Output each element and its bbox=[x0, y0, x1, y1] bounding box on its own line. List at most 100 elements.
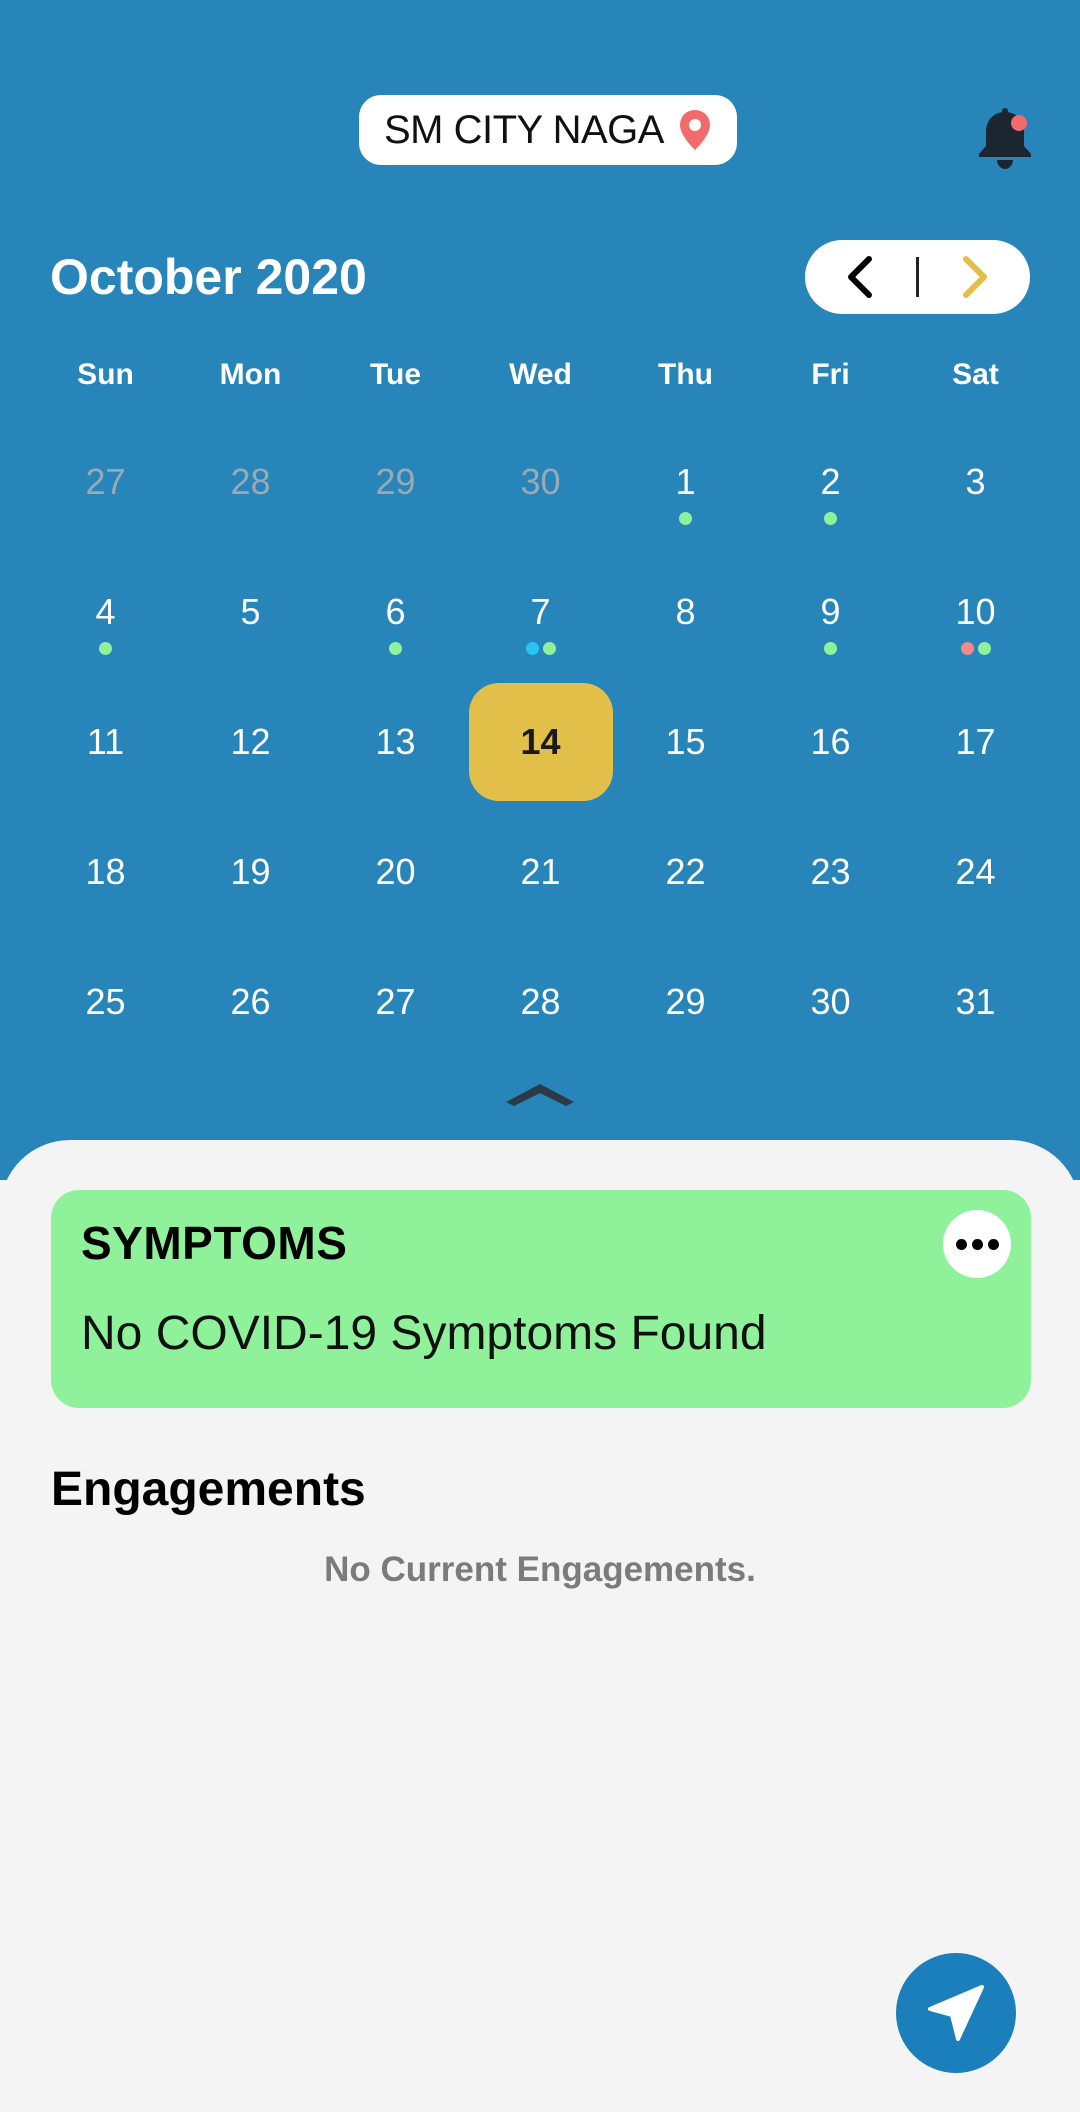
calendar-day[interactable]: 2 bbox=[758, 423, 903, 541]
calendar-day-number: 19 bbox=[230, 851, 271, 892]
event-indicators bbox=[613, 512, 758, 525]
calendar-day-number: 29 bbox=[665, 981, 706, 1022]
calendar-day-number: 5 bbox=[240, 591, 261, 632]
location-selector[interactable]: SM CITY NAGA bbox=[359, 95, 737, 165]
more-options-button[interactable] bbox=[943, 1210, 1011, 1278]
calendar-day-number: 6 bbox=[385, 591, 406, 632]
event-dot bbox=[525, 642, 539, 655]
calendar-day-number: 11 bbox=[86, 721, 125, 762]
event-indicators bbox=[903, 642, 1048, 655]
navigation-arrow-icon bbox=[928, 1985, 984, 2041]
calendar-day-number: 30 bbox=[810, 981, 851, 1022]
calendar-day-number: 7 bbox=[530, 591, 551, 632]
symptoms-card[interactable]: SYMPTOMS No COVID-19 Symptoms Found bbox=[51, 1190, 1031, 1408]
calendar-day-number: 24 bbox=[955, 851, 996, 892]
more-horizontal-icon bbox=[955, 1238, 967, 1250]
calendar-day[interactable]: 13 bbox=[323, 683, 468, 801]
calendar-day[interactable]: 27 bbox=[33, 423, 178, 541]
calendar-day-number: 3 bbox=[965, 461, 986, 502]
calendar-day[interactable]: 9 bbox=[758, 553, 903, 671]
more-dot bbox=[987, 1238, 999, 1250]
notification-badge bbox=[1011, 115, 1027, 131]
calendar-day[interactable]: 30 bbox=[758, 943, 903, 1061]
event-dot bbox=[679, 512, 692, 525]
engagements-title: Engagements bbox=[51, 1463, 366, 1516]
calendar-day-number: 1 bbox=[675, 461, 696, 502]
calendar-day-number: 28 bbox=[520, 981, 561, 1022]
event-dot bbox=[960, 642, 974, 655]
weekday-label: Mon bbox=[219, 358, 282, 391]
calendar-day-number: 20 bbox=[375, 851, 416, 892]
calendar-day[interactable]: 18 bbox=[33, 813, 178, 931]
calendar-day[interactable]: 3 bbox=[903, 423, 1048, 541]
nav-divider bbox=[916, 257, 919, 297]
calendar-day[interactable]: 8 bbox=[613, 553, 758, 671]
calendar-day-number: 31 bbox=[955, 981, 996, 1022]
calendar-day[interactable]: 22 bbox=[613, 813, 758, 931]
calendar-day[interactable]: 25 bbox=[33, 943, 178, 1061]
chevron-right-icon bbox=[963, 256, 987, 298]
calendar-day-number: 8 bbox=[675, 591, 696, 632]
location-name: SM CITY NAGA bbox=[384, 107, 664, 152]
calendar-day[interactable]: 6 bbox=[323, 553, 468, 671]
calendar-day[interactable]: 5 bbox=[178, 553, 323, 671]
calendar-day[interactable]: 11 bbox=[33, 683, 178, 801]
calendar-day[interactable]: 17 bbox=[903, 683, 1048, 801]
calendar-day[interactable]: 4 bbox=[33, 553, 178, 671]
engagements-empty-message: No Current Engagements. bbox=[324, 1550, 756, 1589]
calendar-day-number: 23 bbox=[810, 851, 851, 892]
calendar-day-number: 4 bbox=[95, 591, 116, 632]
calendar-day-number: 27 bbox=[85, 461, 126, 502]
calendar-day[interactable]: 19 bbox=[178, 813, 323, 931]
event-indicators bbox=[323, 642, 468, 655]
weekday-label: Sat bbox=[952, 358, 999, 391]
calendar-day[interactable]: 29 bbox=[613, 943, 758, 1061]
next-month-button[interactable] bbox=[925, 240, 1025, 314]
calendar-day[interactable]: 28 bbox=[178, 423, 323, 541]
calendar-day[interactable]: 20 bbox=[323, 813, 468, 931]
calendar-day-today[interactable]: 14 bbox=[468, 683, 613, 801]
event-indicators bbox=[758, 642, 903, 655]
calendar-day[interactable]: 12 bbox=[178, 683, 323, 801]
event-dot bbox=[542, 642, 556, 655]
weekday-label: Thu bbox=[658, 358, 713, 391]
calendar-day[interactable]: 26 bbox=[178, 943, 323, 1061]
calendar-day-number: 26 bbox=[230, 981, 271, 1022]
event-dot bbox=[977, 642, 991, 655]
calendar-day[interactable]: 10 bbox=[903, 553, 1048, 671]
navigate-button[interactable] bbox=[896, 1953, 1016, 2073]
calendar-day[interactable]: 1 bbox=[613, 423, 758, 541]
calendar-day[interactable]: 23 bbox=[758, 813, 903, 931]
calendar-day-number: 30 bbox=[520, 461, 561, 502]
calendar-day-number: 27 bbox=[375, 981, 416, 1022]
calendar-day[interactable]: 24 bbox=[903, 813, 1048, 931]
calendar-day[interactable]: 29 bbox=[323, 423, 468, 541]
calendar-day[interactable]: 30 bbox=[468, 423, 613, 541]
event-dot bbox=[389, 642, 402, 655]
weekday-label: Wed bbox=[509, 358, 572, 391]
calendar-day-number: 22 bbox=[665, 851, 706, 892]
calendar-day-number: 15 bbox=[665, 721, 706, 762]
calendar-day[interactable]: 28 bbox=[468, 943, 613, 1061]
calendar-day-number: 16 bbox=[810, 721, 851, 762]
event-dot bbox=[99, 642, 112, 655]
bell-icon[interactable] bbox=[975, 108, 1035, 170]
chevron-up-icon[interactable] bbox=[502, 1078, 578, 1108]
calendar-day[interactable]: 31 bbox=[903, 943, 1048, 1061]
calendar-day[interactable]: 15 bbox=[613, 683, 758, 801]
event-dot bbox=[824, 642, 837, 655]
map-pin-icon bbox=[679, 110, 710, 150]
weekday-label: Fri bbox=[811, 358, 850, 391]
event-indicators bbox=[758, 512, 903, 525]
calendar-day-number: 17 bbox=[955, 721, 996, 762]
event-dot bbox=[824, 512, 837, 525]
calendar-day-number: 28 bbox=[230, 461, 271, 502]
calendar-day[interactable]: 27 bbox=[323, 943, 468, 1061]
previous-month-button[interactable] bbox=[810, 240, 910, 314]
calendar-day[interactable]: 21 bbox=[468, 813, 613, 931]
calendar-day-number: 14 bbox=[468, 683, 613, 801]
calendar-day-number: 12 bbox=[230, 721, 271, 762]
calendar-day[interactable]: 7 bbox=[468, 553, 613, 671]
calendar-day-number: 18 bbox=[85, 851, 126, 892]
calendar-day[interactable]: 16 bbox=[758, 683, 903, 801]
